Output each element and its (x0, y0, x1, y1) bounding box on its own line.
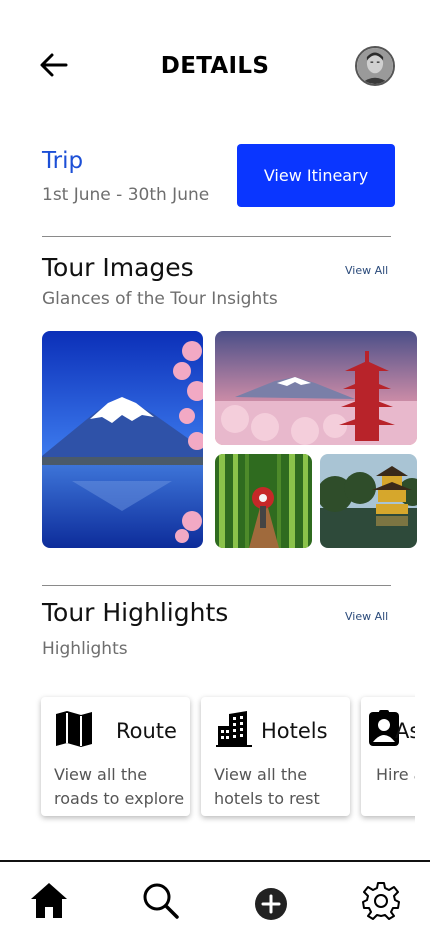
plus-circle-icon[interactable] (251, 880, 291, 920)
highlight-card-title: Hotels (261, 719, 328, 743)
bottom-nav-divider (0, 860, 430, 862)
highlight-card-desc: View all the roads to explore (54, 765, 185, 808)
trip-dates: 1st June - 30th June (42, 185, 210, 205)
divider (42, 236, 391, 237)
highlight-card-title: Assistance (395, 719, 415, 743)
tour-images-subtitle: Glances of the Tour Insights (42, 289, 278, 309)
tour-highlights-title: Tour Highlights (42, 598, 229, 627)
header: DETAILS (0, 0, 430, 130)
tour-images-view-all-link[interactable]: View All (345, 264, 388, 277)
highlight-card-desc: Hire a transport (376, 765, 415, 784)
tour-highlights-view-all-link[interactable]: View All (345, 610, 388, 623)
gear-icon[interactable] (361, 880, 401, 920)
highlight-card-hotels[interactable]: Hotels View all the hotels to rest (201, 697, 350, 816)
divider (42, 585, 391, 586)
trip-title: Trip (42, 148, 84, 174)
view-itinerary-button[interactable]: View Itineary (237, 144, 395, 207)
tour-image-bamboo-forest[interactable] (215, 454, 312, 548)
highlight-card-assistance[interactable]: Assistance Hire a transport (361, 697, 415, 816)
highlight-card-route[interactable]: Route View all the roads to explore (41, 697, 190, 816)
map-icon (55, 710, 93, 748)
tour-image-golden-pavilion[interactable] (320, 454, 417, 548)
highlights-carousel[interactable]: Route View all the roads to explore Hote… (0, 690, 415, 830)
tour-images-title: Tour Images (42, 253, 194, 282)
home-icon[interactable] (29, 880, 69, 920)
building-icon (215, 710, 253, 748)
highlight-card-title: Route (116, 719, 177, 743)
highlight-card-desc: View all the hotels to rest (214, 765, 320, 808)
avatar[interactable] (355, 46, 395, 86)
tour-image-mount-fuji[interactable] (42, 331, 203, 548)
tour-image-pagoda[interactable] (215, 331, 417, 445)
tour-highlights-subtitle: Highlights (42, 639, 128, 659)
search-icon[interactable] (140, 880, 180, 920)
